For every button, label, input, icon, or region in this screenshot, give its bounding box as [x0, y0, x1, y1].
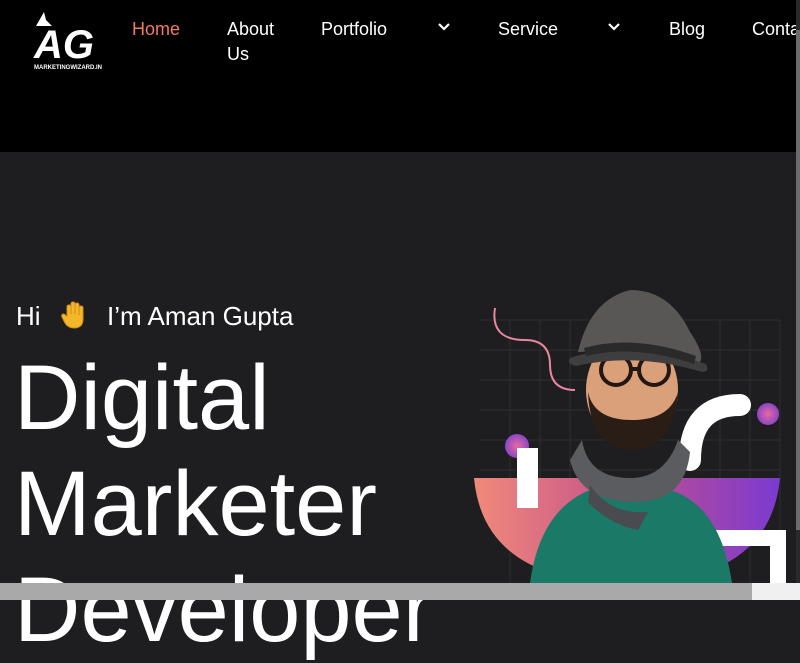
nav-service[interactable]: Service — [498, 17, 558, 42]
headline-line-2: Marketer — [14, 453, 377, 555]
nav-portfolio[interactable]: Portfolio — [321, 17, 387, 42]
svg-text:AG: AG — [33, 23, 94, 67]
greeting-name: I’m Aman Gupta — [107, 301, 294, 331]
nav-home[interactable]: Home — [132, 17, 180, 42]
chevron-down-icon[interactable] — [437, 22, 451, 32]
horizontal-scrollbar[interactable] — [0, 583, 800, 600]
nav-about-label: About — [227, 19, 275, 39]
site-header: AG MARKETINGWIZARD.IN Home About Us Port… — [0, 0, 800, 152]
svg-text:MARKETINGWIZARD.IN: MARKETINGWIZARD.IN — [34, 65, 102, 71]
chevron-down-icon[interactable] — [607, 22, 621, 32]
greeting-hi: Hi — [16, 301, 41, 331]
hero-portrait — [474, 290, 786, 583]
headline-line-3: Developer — [14, 559, 434, 661]
headline-line-1: Digital — [14, 347, 270, 449]
raised-hand-icon — [60, 301, 84, 329]
vertical-scrollbar[interactable] — [796, 0, 800, 600]
nav-contact[interactable]: Conta — [752, 17, 800, 42]
hero-greeting: Hi I’m Aman Gupta — [16, 299, 293, 333]
logo[interactable]: AG MARKETINGWIZARD.IN — [30, 8, 110, 72]
horizontal-scrollbar-thumb[interactable] — [0, 583, 752, 600]
nav-about-us[interactable]: About Us — [227, 17, 274, 67]
nav-blog[interactable]: Blog — [669, 17, 705, 42]
nav-about-label-2: Us — [227, 44, 249, 64]
hero-headline: Digital Marketer Developer — [14, 345, 433, 663]
vertical-scrollbar-thumb[interactable] — [796, 30, 800, 530]
